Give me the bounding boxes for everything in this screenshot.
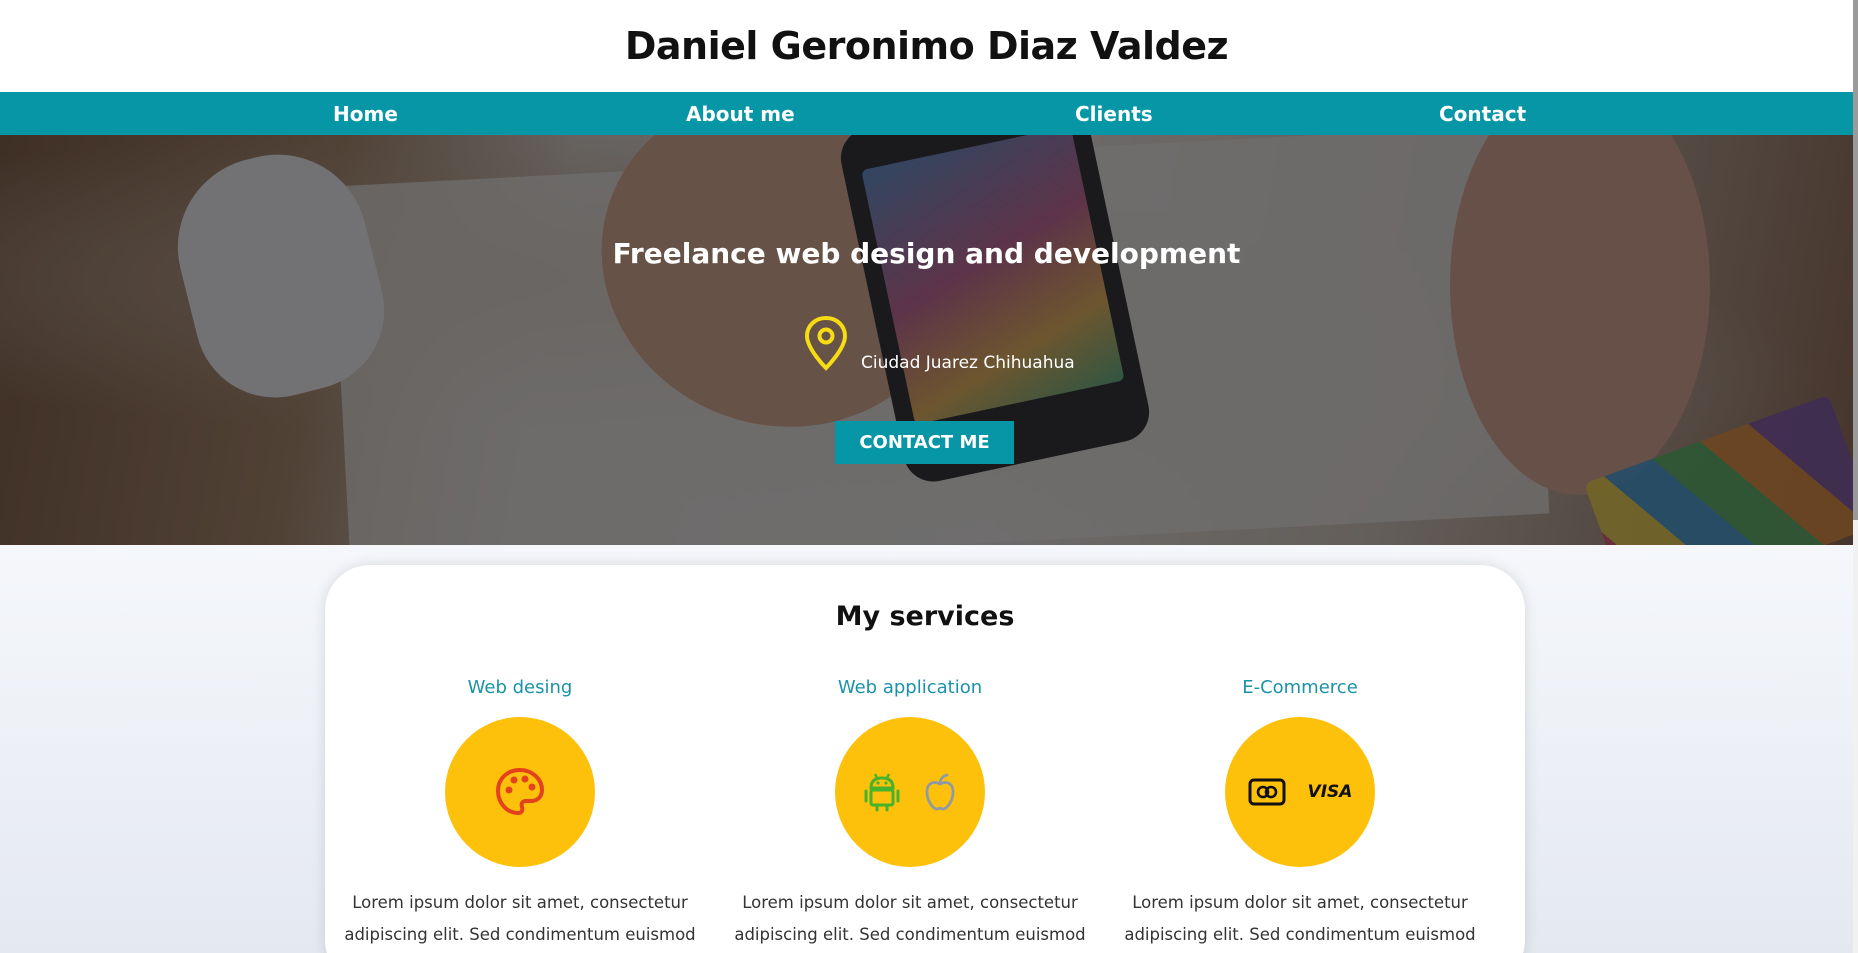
- service-description: Lorem ipsum dolor sit amet, consectetur …: [1124, 893, 1476, 944]
- main-nav: Home About me Clients Contact: [0, 92, 1853, 135]
- credit-card-icon: [1248, 778, 1286, 806]
- visa-icon: VISA: [1307, 782, 1353, 802]
- site-header: Daniel Geronimo Diaz Valdez: [0, 0, 1853, 92]
- nav-about-me[interactable]: About me: [686, 102, 795, 126]
- palette-icon: [496, 768, 544, 815]
- service-circle: [445, 717, 595, 867]
- nav-clients[interactable]: Clients: [1075, 102, 1153, 126]
- service-description: Lorem ipsum dolor sit amet, consectetur …: [734, 893, 1086, 944]
- android-icon: [864, 773, 900, 812]
- services-section: My services Web desing Lorem ipsum dolor…: [0, 545, 1853, 953]
- service-circle: VISA: [1225, 717, 1375, 867]
- page: Daniel Geronimo Diaz Valdez Home About m…: [0, 0, 1853, 953]
- hero-heading: Freelance web design and development: [612, 237, 1241, 270]
- apple-icon: [925, 773, 955, 811]
- service-circle: [835, 717, 985, 867]
- service-title: Web application: [837, 677, 983, 698]
- nav-contact[interactable]: Contact: [1439, 102, 1526, 126]
- location-text: Ciudad Juarez Chihuahua: [861, 353, 1075, 373]
- map-pin-icon: [804, 315, 848, 371]
- contact-me-button[interactable]: CONTACT ME: [835, 421, 1014, 464]
- services-card: My services Web desing Lorem ipsum dolor…: [325, 565, 1525, 953]
- vertical-scrollbar[interactable]: [1853, 0, 1858, 953]
- scrollbar-thumb[interactable]: [1853, 0, 1858, 520]
- services-title: My services: [835, 601, 1015, 632]
- nav-home[interactable]: Home: [333, 102, 398, 126]
- service-web-application: Web application Lorem ipsum dolor sit am…: [730, 677, 1090, 951]
- service-web-design: Web desing Lorem ipsum dolor sit amet, c…: [340, 677, 700, 951]
- service-title: Web desing: [467, 677, 573, 698]
- service-title: E-Commerce: [1242, 677, 1358, 698]
- site-title: Daniel Geronimo Diaz Valdez: [624, 24, 1229, 68]
- hero-section: Freelance web design and development Ciu…: [0, 135, 1853, 545]
- service-e-commerce: E-Commerce VISA Lorem ipsum dolor sit am…: [1120, 677, 1480, 951]
- hero-content: Freelance web design and development Ciu…: [0, 135, 1853, 545]
- service-description: Lorem ipsum dolor sit amet, consectetur …: [344, 893, 696, 944]
